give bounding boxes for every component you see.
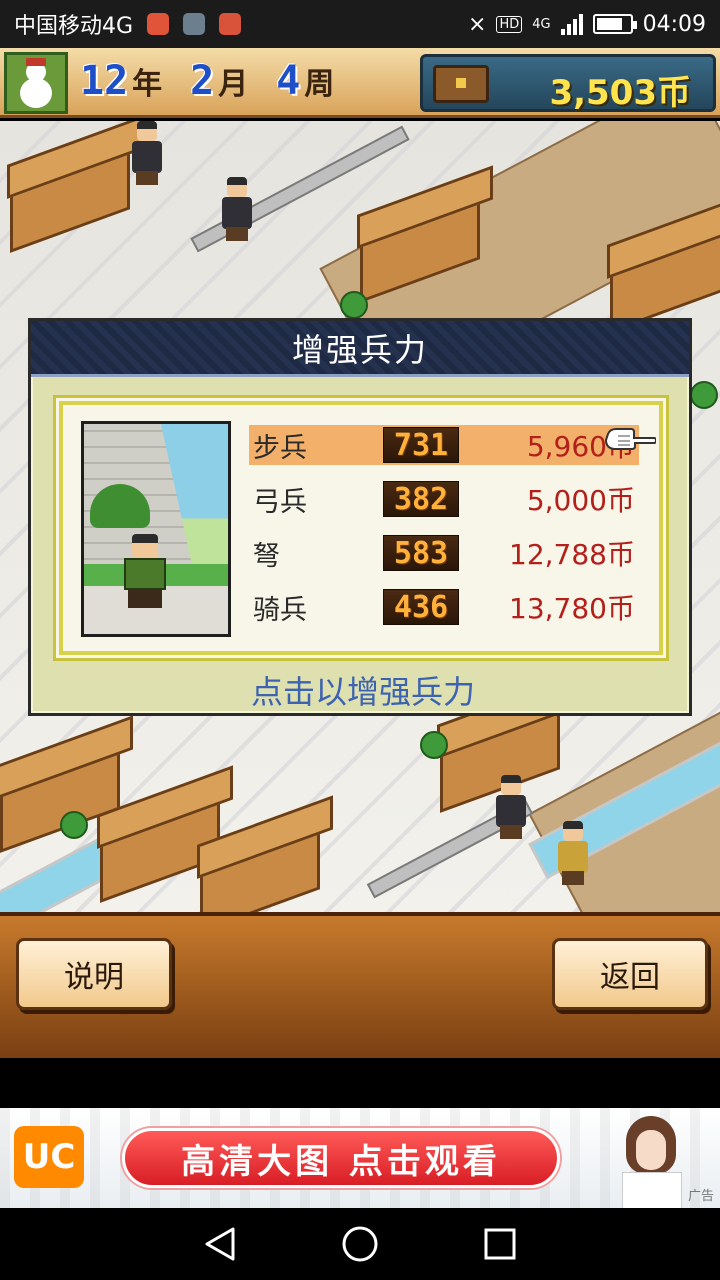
troop-row-archer[interactable]: 弓兵 382 5,000币 (249, 479, 639, 519)
soldier-sprite[interactable] (220, 177, 254, 241)
system-nav-bar (0, 1208, 720, 1280)
week-value: 4 (276, 58, 301, 104)
month-value: 2 (190, 58, 215, 104)
troop-price: 12,788币 (509, 538, 635, 571)
battery-icon (592, 14, 637, 34)
troop-list: 步兵 731 5,960币 弓兵 382 5,000币 弩 583 12,788… (249, 425, 639, 641)
troop-price: 5,000币 (526, 484, 635, 517)
tree (340, 291, 368, 319)
hd-badge: HD (496, 15, 523, 33)
tree (60, 811, 88, 839)
troop-row-crossbow[interactable]: 弩 583 12,788币 (249, 533, 639, 573)
recents-nav-icon[interactable] (478, 1222, 522, 1266)
settings-notification-icon (219, 13, 242, 35)
spacer (0, 1058, 720, 1108)
month-unit: 月 (218, 67, 249, 102)
year-unit: 年 (132, 67, 163, 102)
treasure-chest-icon (433, 65, 489, 103)
soldier-sprite[interactable] (556, 821, 590, 885)
gallery-notification-icon (183, 13, 206, 35)
ad-banner[interactable]: UC 高清大图 点击观看 广告 (0, 1108, 720, 1208)
pointing-hand-icon (604, 428, 656, 450)
status-bar: 中国移动4G ⨯ HD 4G 04:09 (0, 0, 720, 48)
back-nav-icon[interactable] (198, 1222, 242, 1266)
reinforce-troops-dialog: 增强兵力 步兵 731 5,960币 弓兵 382 5,000币 弩 583 1… (28, 318, 692, 716)
game-date: 12 年 2 月 4 周 (80, 58, 358, 104)
troop-price: 13,780币 (509, 592, 635, 625)
soldier-portrait (81, 421, 231, 637)
troop-row-cavalry[interactable]: 骑兵 436 13,780币 (249, 587, 639, 627)
game-header: 12 年 2 月 4 周 3,503币 (0, 48, 720, 118)
ad-cta-button[interactable]: 高清大图 点击观看 (122, 1128, 560, 1188)
carrier-label: 中国移动4G (14, 14, 134, 39)
signal-icon (560, 13, 583, 35)
clock: 04:09 (642, 11, 706, 37)
notification-app-icon (147, 13, 170, 35)
bottom-panel: 说明 返回 (0, 912, 720, 1058)
ad-model-image (612, 1112, 692, 1208)
troop-count: 382 (383, 481, 459, 517)
troop-count: 436 (383, 589, 459, 625)
mute-icon: ⨯ (468, 11, 487, 37)
ad-label: 广告 (687, 1189, 714, 1204)
soldier-sprite[interactable] (494, 775, 528, 839)
uc-browser-logo[interactable]: UC (14, 1126, 84, 1188)
troop-count: 583 (383, 535, 459, 571)
home-nav-icon[interactable] (338, 1222, 382, 1266)
troop-name: 弩 (253, 540, 280, 572)
money-panel[interactable]: 3,503币 (420, 54, 716, 113)
soldier-sprite[interactable] (130, 121, 164, 185)
troop-row-infantry[interactable]: 步兵 731 5,960币 (249, 425, 639, 465)
dialog-title: 增强兵力 (31, 321, 689, 377)
troop-panel: 步兵 731 5,960币 弓兵 382 5,000币 弩 583 12,788… (59, 401, 663, 655)
building[interactable] (10, 139, 130, 253)
troop-name: 骑兵 (253, 594, 307, 626)
help-button[interactable]: 说明 (16, 938, 172, 1010)
troop-name: 步兵 (253, 432, 307, 464)
money-value: 3,503币 (549, 73, 691, 113)
snowman-icon[interactable] (4, 52, 68, 114)
week-unit: 周 (304, 67, 335, 102)
year-value: 12 (80, 58, 129, 104)
network-type-label: 4G (532, 16, 551, 32)
troop-name: 弓兵 (253, 486, 307, 518)
tree (690, 381, 718, 409)
back-button[interactable]: 返回 (552, 938, 708, 1010)
tree (420, 731, 448, 759)
tap-hint[interactable]: 点击以增强兵力 (31, 667, 695, 713)
troop-count: 731 (383, 427, 459, 463)
